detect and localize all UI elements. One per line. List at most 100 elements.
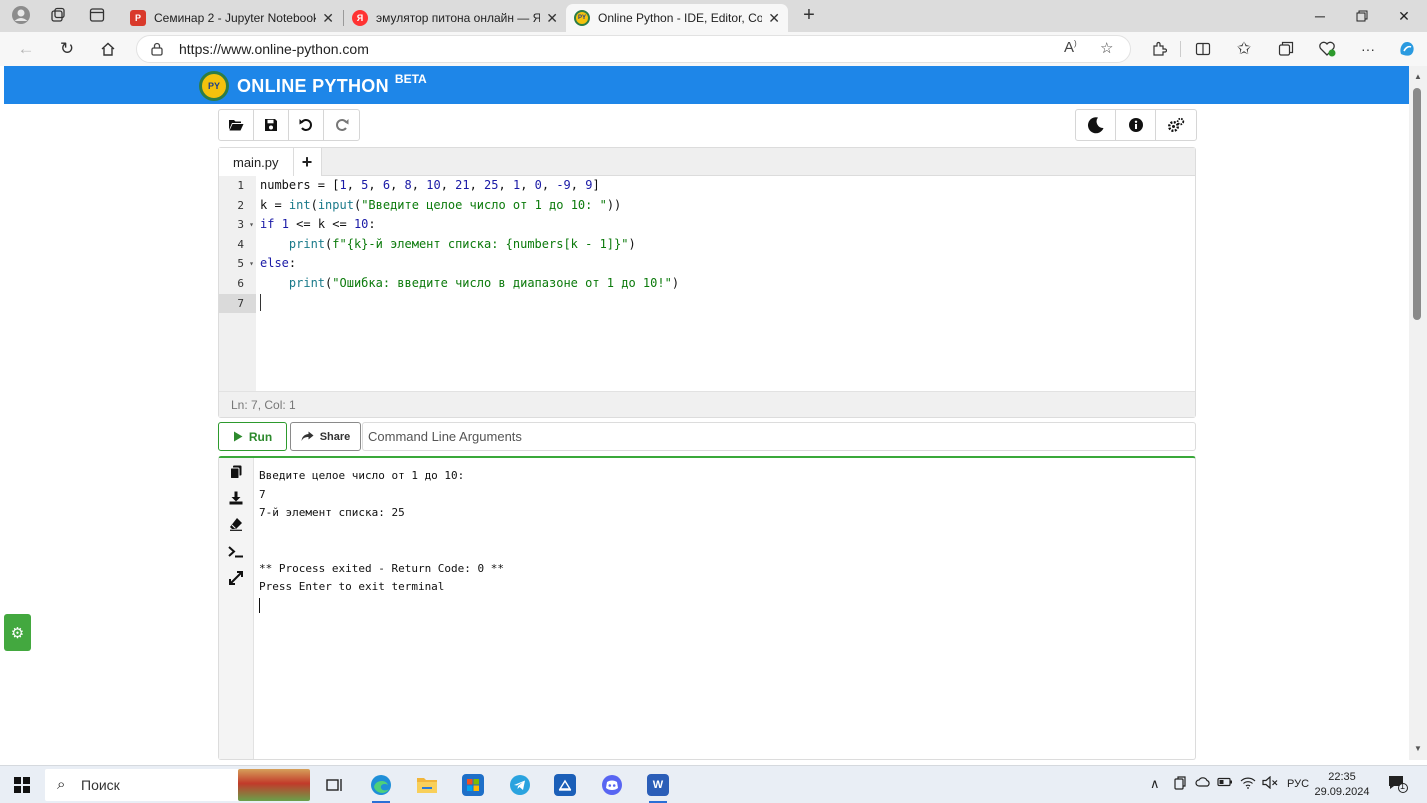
terminal-line: 7-й элемент списка: 25 bbox=[259, 506, 405, 519]
line-number-gutter: 1 2 3 4 5 6 7 bbox=[219, 176, 256, 391]
file-explorer-icon[interactable] bbox=[412, 770, 442, 800]
edge-taskbar-icon[interactable] bbox=[366, 770, 396, 803]
restore-icon[interactable] bbox=[1339, 0, 1385, 32]
editor-status: Ln: 7, Col: 1 bbox=[219, 391, 1195, 417]
minimize-icon[interactable]: ─ bbox=[1297, 0, 1343, 32]
terminal-cursor bbox=[259, 598, 260, 613]
line-number: 6 bbox=[237, 277, 244, 290]
speaker-muted-icon[interactable] bbox=[1262, 775, 1278, 792]
terminal-prompt-icon[interactable] bbox=[228, 544, 244, 560]
close-tab-icon[interactable]: ✕ bbox=[322, 10, 334, 27]
save-button[interactable] bbox=[254, 110, 289, 140]
undo-icon bbox=[299, 119, 312, 131]
tab-actions-icon[interactable] bbox=[84, 3, 110, 27]
search-highlight-image[interactable] bbox=[238, 769, 310, 801]
battery-icon[interactable] bbox=[1217, 776, 1233, 791]
terminal-line: 7 bbox=[259, 487, 266, 501]
collections-icon[interactable] bbox=[1273, 37, 1299, 61]
code-line[interactable]: print(f"{k}-й элемент списка: {numbers[k… bbox=[260, 235, 636, 255]
back-icon[interactable]: ← bbox=[13, 37, 39, 61]
new-tab-button[interactable]: + bbox=[796, 3, 822, 27]
play-icon bbox=[233, 431, 243, 442]
snipping-tool-icon[interactable] bbox=[550, 770, 580, 800]
tray-app-icon[interactable] bbox=[1174, 776, 1186, 793]
clock-time: 22:35 bbox=[1328, 771, 1356, 783]
file-toolbar bbox=[218, 109, 360, 141]
browser-tab-online-python[interactable]: PY Online Python - IDE, Editor, Comp ✕ bbox=[566, 4, 788, 32]
favorites-icon[interactable]: ✩ bbox=[1231, 37, 1257, 61]
code-line[interactable]: numbers = [1, 5, 6, 8, 10, 21, 25, 1, 0,… bbox=[260, 176, 600, 196]
profile-icon[interactable] bbox=[8, 3, 34, 27]
url-field[interactable]: https://www.online-python.com A) ☆ bbox=[136, 35, 1131, 63]
line-number[interactable]: 3 bbox=[219, 215, 256, 235]
notifications-icon[interactable]: 1 bbox=[1388, 775, 1408, 796]
microsoft-store-icon[interactable] bbox=[458, 770, 488, 800]
show-hidden-icons[interactable]: ∧ bbox=[1150, 776, 1160, 792]
scrollbar-thumb[interactable] bbox=[1413, 88, 1421, 320]
settings-toolbar bbox=[1075, 109, 1197, 141]
copy-icon[interactable] bbox=[228, 464, 244, 480]
favorite-star-icon[interactable]: ☆ bbox=[1100, 39, 1113, 57]
site-logo[interactable]: PY ONLINE PYTHON BETA bbox=[199, 71, 427, 101]
copilot-icon[interactable] bbox=[1394, 37, 1420, 61]
onedrive-icon[interactable] bbox=[1195, 776, 1211, 791]
run-button[interactable]: Run bbox=[218, 422, 287, 451]
code-line[interactable]: k = int(input("Введите целое число от 1 … bbox=[260, 196, 621, 216]
browser-tab-pdf[interactable]: P Семинар 2 - Jupyter Notebook.p ✕ bbox=[122, 4, 342, 32]
browser-tab-bar: P Семинар 2 - Jupyter Notebook.p ✕ Я эму… bbox=[0, 0, 1427, 32]
more-options-icon[interactable]: ··· bbox=[1355, 37, 1381, 61]
workspaces-icon[interactable] bbox=[45, 3, 71, 27]
floating-settings-button[interactable]: ⚙ bbox=[4, 614, 31, 651]
close-tab-icon[interactable]: ✕ bbox=[768, 10, 780, 27]
url-text: https://www.online-python.com bbox=[179, 41, 369, 57]
telegram-icon[interactable] bbox=[505, 770, 535, 800]
refresh-icon[interactable]: ↻ bbox=[54, 37, 80, 61]
editor-tab-strip: main.py + bbox=[219, 148, 1195, 176]
browser-address-bar: ← ↻ https://www.online-python.com A) ☆ ✩… bbox=[0, 32, 1427, 66]
scroll-up-icon[interactable]: ▲ bbox=[1409, 72, 1427, 81]
info-button[interactable] bbox=[1116, 110, 1156, 140]
browser-essentials-icon[interactable] bbox=[1314, 37, 1340, 61]
redo-icon bbox=[335, 119, 348, 131]
tab-title: Семинар 2 - Jupyter Notebook.p bbox=[154, 11, 317, 25]
command-line-arguments-input[interactable] bbox=[362, 422, 1196, 451]
extensions-icon[interactable] bbox=[1146, 37, 1172, 61]
save-icon bbox=[265, 119, 277, 131]
task-view-icon[interactable] bbox=[320, 770, 350, 800]
wifi-icon[interactable] bbox=[1240, 776, 1256, 792]
expand-icon[interactable] bbox=[228, 570, 244, 586]
file-tab-main[interactable]: main.py bbox=[219, 148, 294, 176]
dark-mode-button[interactable] bbox=[1076, 110, 1116, 140]
page-scrollbar[interactable]: ▲ ▼ bbox=[1409, 66, 1427, 760]
code-line[interactable]: if 1 <= k <= 10: bbox=[260, 215, 376, 235]
code-area[interactable]: numbers = [1, 5, 6, 8, 10, 21, 25, 1, 0,… bbox=[256, 176, 1195, 391]
taskbar-clock[interactable]: 22:35 29.09.2024 bbox=[1314, 770, 1370, 800]
output-terminal[interactable]: Введите целое число от 1 до 10: 7 7-й эл… bbox=[218, 456, 1196, 760]
open-folder-button[interactable] bbox=[219, 110, 254, 140]
lock-icon[interactable] bbox=[151, 42, 163, 56]
close-tab-icon[interactable]: ✕ bbox=[546, 10, 558, 27]
browser-tab-yandex[interactable]: Я эмулятор питона онлайн — Янд ✕ bbox=[344, 4, 566, 32]
logo-text: ONLINE PYTHON bbox=[237, 75, 389, 96]
windows-start-icon[interactable] bbox=[14, 777, 30, 793]
language-indicator[interactable]: РУС bbox=[1287, 778, 1309, 790]
eraser-icon[interactable] bbox=[228, 516, 244, 532]
undo-button[interactable] bbox=[289, 110, 324, 140]
add-file-button[interactable]: + bbox=[293, 148, 322, 176]
split-screen-icon[interactable] bbox=[1190, 37, 1216, 61]
terminal-sidebar bbox=[219, 458, 254, 759]
discord-icon[interactable] bbox=[597, 770, 627, 800]
share-button[interactable]: Share bbox=[290, 422, 361, 451]
download-icon[interactable] bbox=[228, 490, 244, 506]
line-number[interactable]: 5 bbox=[219, 254, 256, 274]
scroll-down-icon[interactable]: ▼ bbox=[1409, 744, 1427, 753]
close-window-icon[interactable]: ✕ bbox=[1381, 0, 1427, 32]
redo-button[interactable] bbox=[324, 110, 359, 140]
code-line[interactable]: else: bbox=[260, 254, 296, 274]
line-number: 1 bbox=[237, 179, 244, 192]
read-aloud-icon[interactable]: A) bbox=[1064, 39, 1077, 56]
word-icon[interactable]: W bbox=[643, 770, 673, 803]
home-icon[interactable] bbox=[95, 37, 121, 61]
settings-button[interactable] bbox=[1156, 110, 1196, 140]
code-line[interactable]: print("Ошибка: введите число в диапазоне… bbox=[260, 274, 679, 294]
